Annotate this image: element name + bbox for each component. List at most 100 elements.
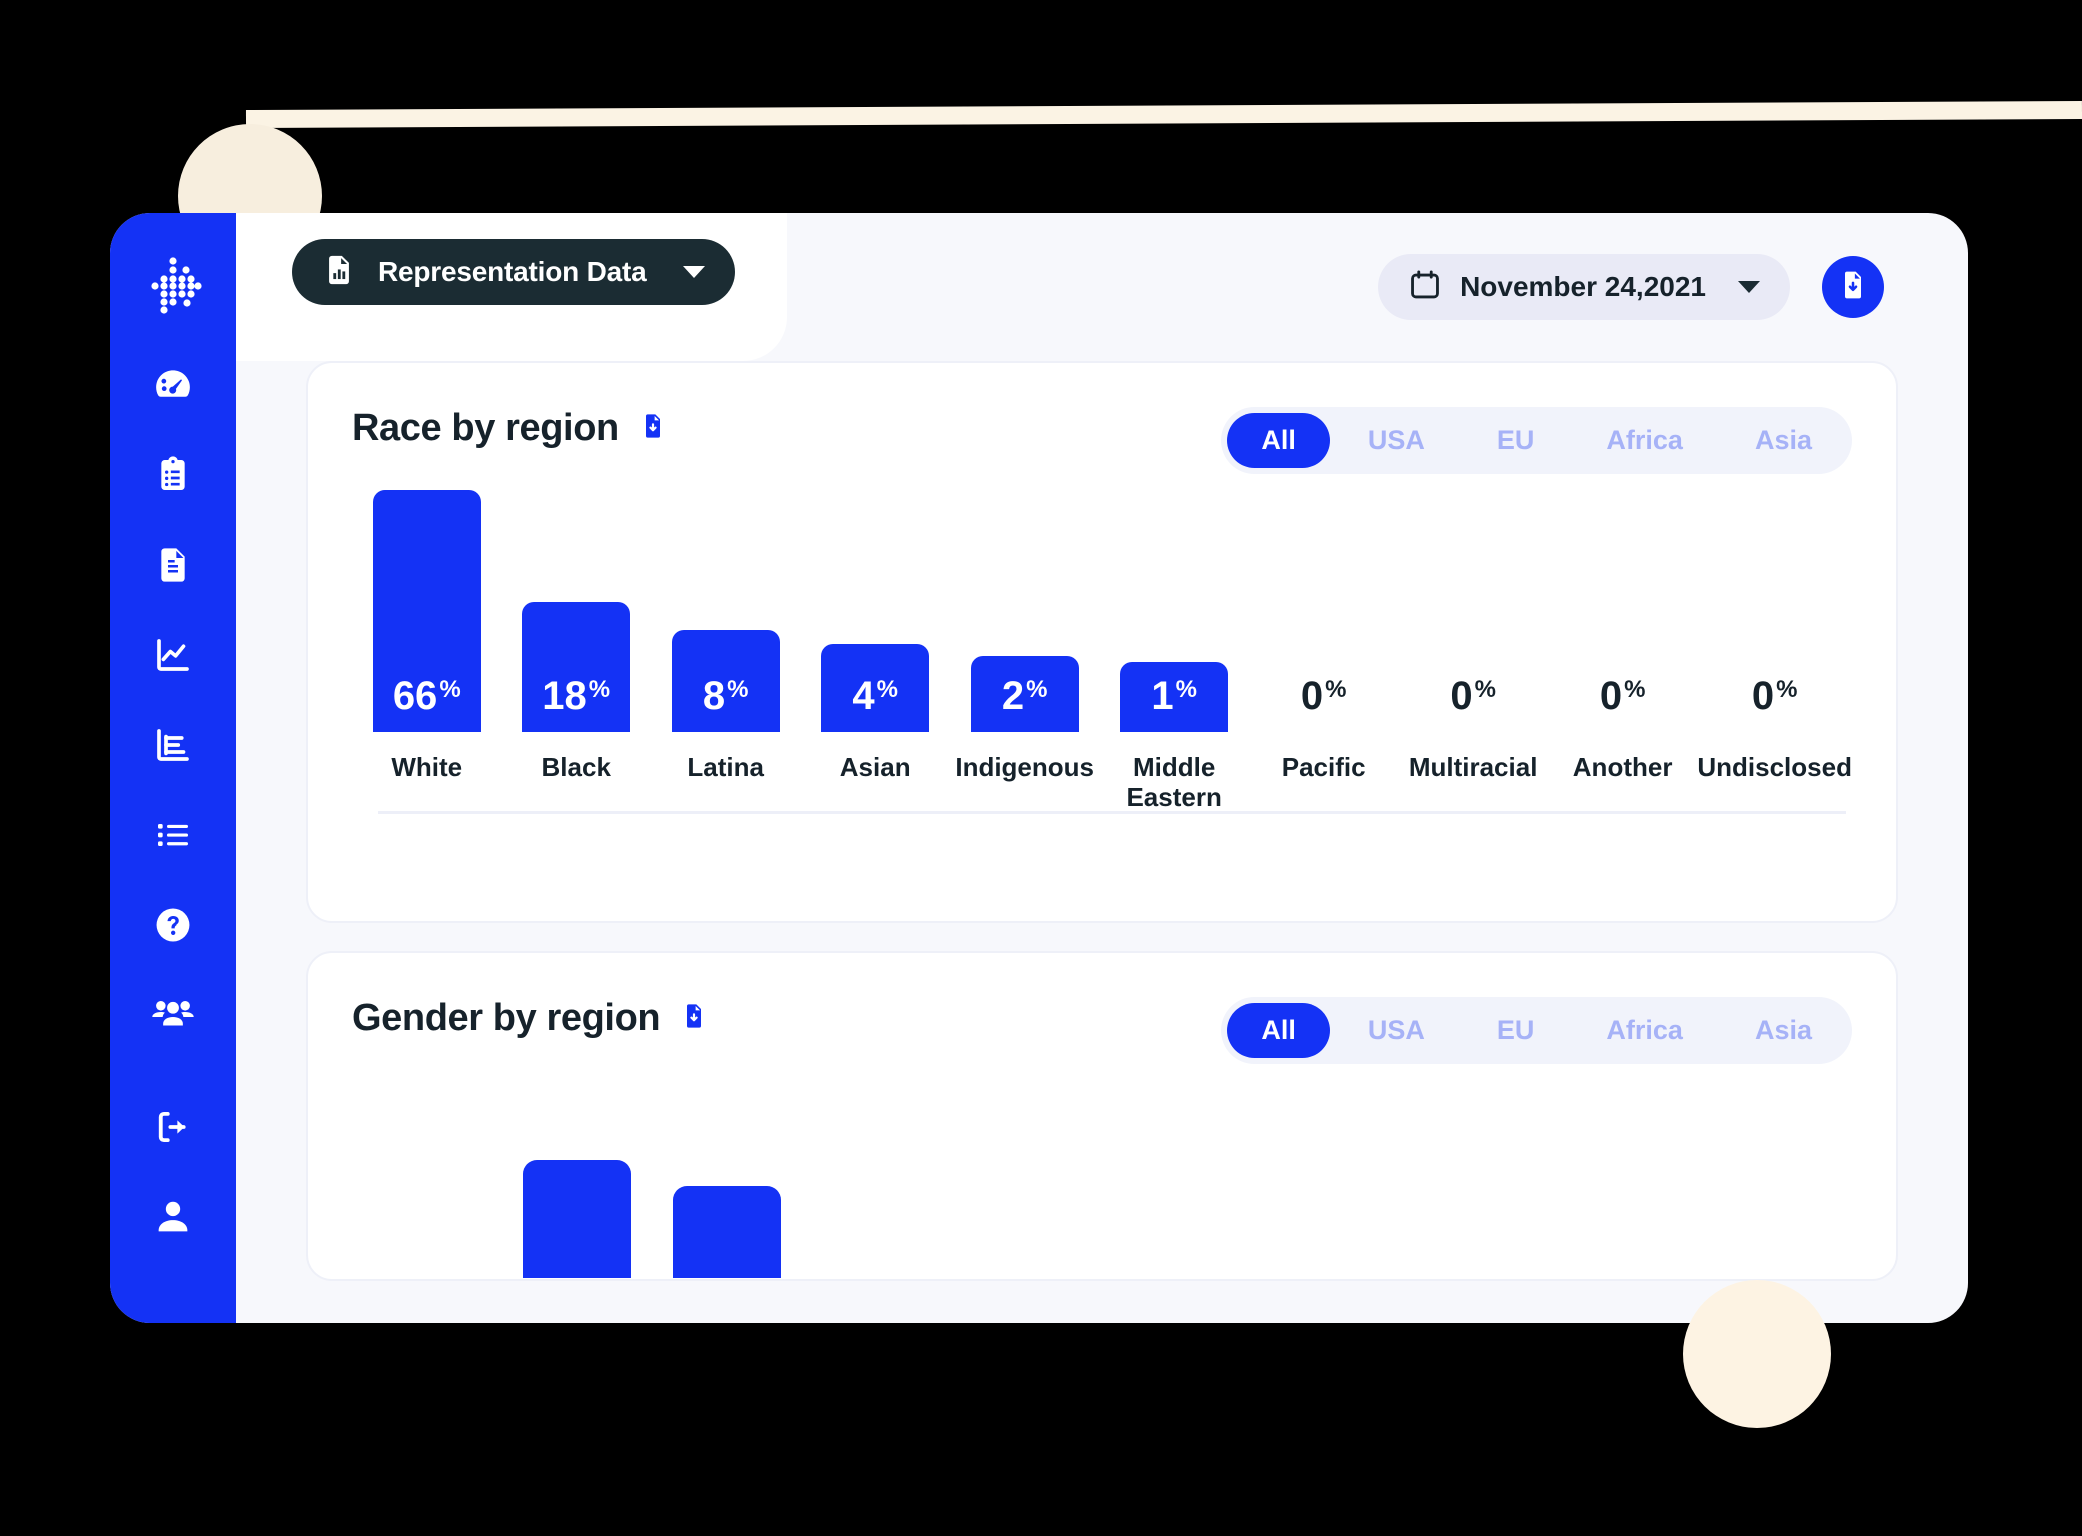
gender-tab-eu[interactable]: EU [1463,1003,1569,1058]
date-label: November 24,2021 [1460,271,1706,302]
dataset-label: Representation Data [378,256,647,287]
race-bar-column[interactable]: 1% Middle Eastern [1099,484,1248,814]
race-bar-column[interactable]: 18% Black [501,484,650,814]
gender-card-title: Gender by region [352,997,661,1039]
gender-bar-column[interactable] [652,1078,802,1278]
race-bar-label: Black [541,752,611,782]
list-icon [153,815,193,855]
sidebar-item-profile[interactable] [141,1185,205,1249]
file-download-icon[interactable] [639,412,667,445]
gender-bar-column[interactable] [952,1078,1102,1278]
decorative-circle-bottom [1683,1280,1831,1428]
sidebar-item-documents[interactable] [141,533,205,597]
sidebar-item-reports[interactable] [141,713,205,777]
gender-tab-all[interactable]: All [1227,1003,1330,1058]
race-bar[interactable]: 4% [821,644,930,732]
chart-document-icon [322,253,356,292]
race-tab-asia[interactable]: Asia [1721,413,1846,468]
race-bar[interactable]: 0% [1270,674,1378,732]
line-chart-icon [152,634,194,676]
race-card-header: Race by region All USA EU Africa Asia [352,407,1852,474]
race-bar-column[interactable]: 2% Indigenous [950,484,1099,814]
race-bar-value: 0% [1751,674,1798,718]
sidebar-item-analytics[interactable] [141,623,205,687]
gender-card-header: Gender by region All USA EU Africa Asia [352,997,1852,1064]
calendar-icon [1408,268,1442,307]
race-bar-value: 4% [852,674,898,718]
chevron-down-icon[interactable] [1738,281,1760,293]
users-group-icon [150,992,196,1038]
gender-tab-asia[interactable]: Asia [1721,1003,1846,1058]
race-tab-africa[interactable]: Africa [1572,413,1717,468]
gender-bar[interactable] [523,1160,631,1278]
race-bar[interactable]: 8% [671,630,780,732]
gender-bar-column[interactable] [802,1078,952,1278]
gender-bar-column[interactable] [1552,1078,1702,1278]
gender-bar-column[interactable] [1252,1078,1402,1278]
race-chart-plot: 66% White 18% Black 8% Latina 4% Asian 2% Indigen… [352,484,1852,814]
race-bar-label: Undisclosed [1697,752,1852,782]
race-bar-label: Multiracial [1408,752,1538,782]
race-bar-column[interactable]: 0% Pacific [1249,484,1398,814]
date-selector[interactable]: November 24,2021 [1378,254,1790,320]
file-download-icon[interactable] [680,1002,708,1035]
sidebar-item-help[interactable] [141,893,205,957]
gender-chart-plot [352,1078,1852,1278]
race-bar-column[interactable]: 0% Multiracial [1398,484,1547,814]
race-bar[interactable]: 2% [970,656,1079,732]
gender-bar-column[interactable] [352,1078,502,1278]
race-bar-value: 1% [1151,674,1197,718]
race-bar[interactable]: 0% [1721,674,1829,732]
clipboard-list-icon [153,455,193,495]
race-bar-column[interactable]: 4% Asian [800,484,949,814]
race-bar[interactable]: 0% [1569,674,1677,732]
gender-by-region-card: Gender by region All USA EU Africa Asia [306,951,1898,1281]
gender-region-tabs: All USA EU Africa Asia [1221,997,1852,1064]
race-bar-column[interactable]: 8% Latina [651,484,800,814]
race-bar[interactable]: 66% [372,490,481,732]
sidebar-item-dashboard[interactable] [141,353,205,417]
race-tab-all[interactable]: All [1227,413,1330,468]
sidebar-item-logout[interactable] [141,1095,205,1159]
race-tab-eu[interactable]: EU [1463,413,1569,468]
gender-title-row: Gender by region [352,997,708,1040]
race-bar-value: 66% [392,674,461,718]
chevron-down-icon[interactable] [682,266,705,278]
race-bar-column[interactable]: 66% White [352,484,501,814]
race-card-title: Race by region [352,407,619,449]
race-bar-value: 2% [1001,674,1048,718]
dataset-selector[interactable]: Representation Data [292,239,735,305]
top-bar-right: November 24,2021 [1378,254,1884,320]
race-bar-label: Middle Eastern [1126,752,1222,813]
race-bar-column[interactable]: 0% Undisclosed [1697,484,1852,814]
sidebar-item-tasks[interactable] [141,443,205,507]
race-bar-column[interactable]: 0% Another [1548,484,1697,814]
dot-matrix-logo[interactable] [142,255,204,317]
race-bar-label: Pacific [1281,752,1366,782]
gender-bar-column[interactable] [1102,1078,1252,1278]
gender-bar-column[interactable] [1402,1078,1552,1278]
gender-tab-usa[interactable]: USA [1334,1003,1459,1058]
race-bar-value: 0% [1450,674,1496,718]
logout-icon [152,1106,194,1148]
race-title-row: Race by region [352,407,667,450]
race-tab-usa[interactable]: USA [1334,413,1459,468]
gender-tab-africa[interactable]: Africa [1572,1003,1717,1058]
race-bar-value: 18% [542,674,611,718]
gender-bar-column[interactable] [1702,1078,1852,1278]
sidebar-item-team[interactable] [141,983,205,1047]
race-by-region-card: Race by region All USA EU Africa Asia 66… [306,361,1898,923]
dataset-selector-area: Representation Data [236,213,787,361]
race-bar-label: White [391,752,463,782]
race-bar[interactable]: 1% [1120,662,1229,732]
download-report-button[interactable] [1822,256,1884,318]
sidebar-item-lists[interactable] [141,803,205,867]
gender-bar[interactable] [673,1186,781,1278]
race-bar-label: Latina [687,752,764,782]
content-area: Representation Data November 24,2021 Rac… [236,213,1968,1323]
race-bar[interactable]: 18% [522,602,631,732]
decorative-strip [245,101,2082,128]
gender-bar-column[interactable] [502,1078,652,1278]
race-bar-value: 8% [702,674,749,718]
race-bar[interactable]: 0% [1419,674,1527,732]
